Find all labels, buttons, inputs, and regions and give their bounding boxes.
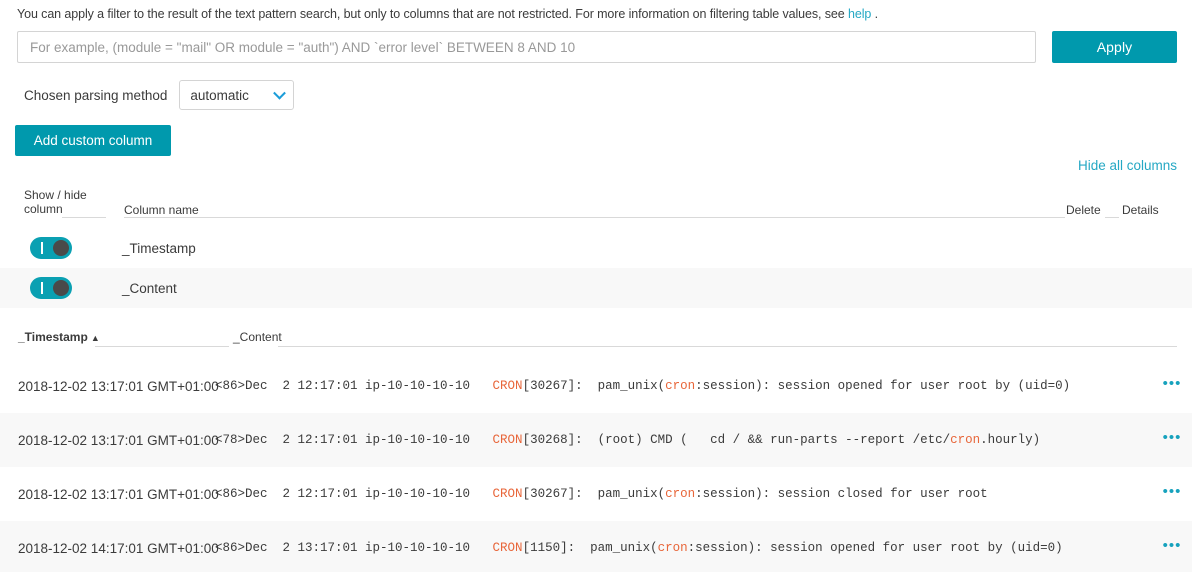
- filter-help-text-before: You can apply a filter to the result of …: [17, 7, 849, 21]
- cell-content: <86>Dec 2 12:17:01 ip-10-10-10-10 CRON[3…: [215, 379, 1152, 393]
- help-link[interactable]: help: [848, 7, 871, 21]
- filter-help-text-after: .: [871, 7, 878, 21]
- table-row: 2018-12-02 13:17:01 GMT+01:00 <86>Dec 2 …: [0, 359, 1192, 413]
- content-text: :session): session opened for user root …: [695, 379, 1071, 393]
- content-text: [30268]: (root) CMD ( cd / && run-parts …: [522, 433, 951, 447]
- header-show-hide-column: Show / hide column: [24, 188, 94, 216]
- content-text: :session): session opened for user root …: [687, 541, 1063, 555]
- toggle-column-content[interactable]: [30, 277, 72, 299]
- column-manager-header: Show / hide column Column name Delete De…: [0, 186, 1192, 222]
- data-table-header: _Timestamp ▲ _Content: [0, 330, 1192, 352]
- filter-and-columns-panel: You can apply a filter to the result of …: [0, 0, 1192, 572]
- search-match-highlight: cron: [665, 487, 696, 501]
- data-header-content[interactable]: _Content: [233, 330, 287, 344]
- toggle-on-bar-icon: [41, 282, 43, 294]
- row-actions-menu-button[interactable]: •••: [1152, 430, 1192, 446]
- cell-content: <86>Dec 2 12:17:01 ip-10-10-10-10 CRON[3…: [215, 487, 1152, 501]
- cell-content: <86>Dec 2 13:17:01 ip-10-10-10-10 CRON[1…: [215, 541, 1152, 555]
- column-row-content: _Content: [0, 268, 1192, 308]
- row-actions-menu-button[interactable]: •••: [1152, 376, 1192, 392]
- search-match-highlight: CRON: [492, 379, 523, 393]
- header-rule-middle: [915, 217, 1065, 218]
- header-show-hide-line1: Show / hide: [24, 188, 87, 202]
- data-header-rule-content: [278, 346, 1177, 347]
- data-header-timestamp-label: _Timestamp: [18, 330, 88, 344]
- data-table-body: 2018-12-02 13:17:01 GMT+01:00 <86>Dec 2 …: [0, 359, 1192, 572]
- hide-all-columns-link[interactable]: Hide all columns: [1078, 158, 1177, 173]
- apply-button[interactable]: Apply: [1052, 31, 1177, 63]
- toggle-column-timestamp[interactable]: [30, 237, 72, 259]
- header-rule-column-name: [124, 217, 915, 218]
- content-text: [1150]: pam_unix(: [522, 541, 658, 555]
- data-header-timestamp[interactable]: _Timestamp ▲: [18, 330, 105, 344]
- filter-row: Apply: [17, 31, 1177, 63]
- content-text: <78>Dec 2 12:17:01 ip-10-10-10-10: [215, 433, 493, 447]
- row-actions-menu-button[interactable]: •••: [1152, 538, 1192, 554]
- toggle-knob: [53, 280, 69, 296]
- parsing-method-select[interactable]: automatic: [179, 80, 295, 110]
- add-custom-column-button[interactable]: Add custom column: [15, 125, 171, 156]
- table-row: 2018-12-02 13:17:01 GMT+01:00 <78>Dec 2 …: [0, 413, 1192, 467]
- search-match-highlight: cron: [950, 433, 981, 447]
- header-rule-show-hide: [62, 217, 106, 218]
- cell-timestamp: 2018-12-02 13:17:01 GMT+01:00: [18, 378, 219, 394]
- search-match-highlight: cron: [657, 541, 688, 555]
- content-text: <86>Dec 2 13:17:01 ip-10-10-10-10: [215, 541, 493, 555]
- header-show-hide-line2: column: [24, 202, 63, 216]
- header-delete: Delete: [1066, 203, 1105, 217]
- content-text: [30267]: pam_unix(: [522, 487, 666, 501]
- content-text: :session): session closed for user root: [695, 487, 988, 501]
- content-text: <86>Dec 2 12:17:01 ip-10-10-10-10: [215, 487, 493, 501]
- data-header-rule-timestamp: [95, 346, 229, 347]
- content-text: <86>Dec 2 12:17:01 ip-10-10-10-10: [215, 379, 493, 393]
- search-match-highlight: cron: [665, 379, 696, 393]
- header-column-name: Column name: [124, 203, 203, 217]
- search-match-highlight: CRON: [492, 541, 523, 555]
- cell-timestamp: 2018-12-02 13:17:01 GMT+01:00: [18, 486, 219, 502]
- cell-timestamp: 2018-12-02 13:17:01 GMT+01:00: [18, 432, 219, 448]
- cell-timestamp: 2018-12-02 14:17:01 GMT+01:00: [18, 540, 219, 556]
- sort-ascending-icon: ▲: [90, 333, 100, 343]
- content-text: [30267]: pam_unix(: [522, 379, 666, 393]
- search-match-highlight: CRON: [492, 487, 523, 501]
- cell-content: <78>Dec 2 12:17:01 ip-10-10-10-10 CRON[3…: [215, 433, 1152, 447]
- column-name-content: _Content: [122, 280, 177, 296]
- filter-query-input[interactable]: [17, 31, 1036, 63]
- header-rule-delete: [1105, 217, 1119, 218]
- search-match-highlight: CRON: [492, 433, 523, 447]
- table-row: 2018-12-02 13:17:01 GMT+01:00 <86>Dec 2 …: [0, 467, 1192, 521]
- chevron-down-icon: [273, 86, 287, 100]
- column-row-timestamp: _Timestamp: [0, 228, 1192, 268]
- column-name-timestamp: _Timestamp: [122, 240, 196, 256]
- parsing-method-label: Chosen parsing method: [24, 87, 168, 103]
- parsing-method-value: automatic: [190, 87, 249, 103]
- row-actions-menu-button[interactable]: •••: [1152, 484, 1192, 500]
- header-details: Details: [1122, 203, 1163, 217]
- content-text: .hourly): [980, 433, 1041, 447]
- parsing-method-row: Chosen parsing method automatic: [24, 80, 295, 110]
- filter-help-text: You can apply a filter to the result of …: [17, 7, 878, 21]
- toggle-knob: [53, 240, 69, 256]
- toggle-on-bar-icon: [41, 242, 43, 254]
- table-row: 2018-12-02 14:17:01 GMT+01:00 <86>Dec 2 …: [0, 521, 1192, 572]
